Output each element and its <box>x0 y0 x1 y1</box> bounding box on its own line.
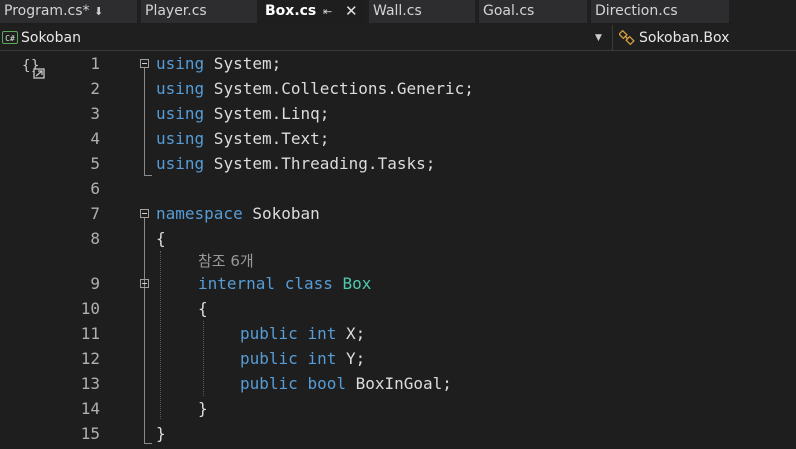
member-dropdown[interactable]: Sokoban.Box <box>612 25 796 51</box>
line-number: 14 <box>80 399 100 418</box>
code-line-4[interactable]: using System.Text; <box>156 126 329 151</box>
code-line-8[interactable]: { <box>156 226 166 251</box>
code-line-9[interactable]: internal class Box <box>198 271 371 296</box>
class-icon <box>619 30 635 46</box>
indent-guide <box>160 251 161 419</box>
code-line-7[interactable]: namespace Sokoban <box>156 201 320 226</box>
code-line-3[interactable]: using System.Linq; <box>156 101 329 126</box>
document-tab-strip: Program.cs* ⬇ Player.cs Box.cs ⇤ ✕ Wall.… <box>0 0 796 23</box>
collapse-icon[interactable] <box>140 279 149 288</box>
code-line-1[interactable]: using System; <box>156 51 281 76</box>
tab-label: Player.cs <box>145 3 207 19</box>
tab-direction-cs[interactable]: Direction.cs <box>591 0 729 23</box>
navigation-bar: C# Sokoban ▼ Sokoban.Box <box>0 25 796 51</box>
code-editor[interactable]: { } 1 2 3 4 5 6 7 8 9 10 11 12 13 14 15 … <box>0 51 796 449</box>
line-number: 4 <box>90 129 100 148</box>
line-number: 1 <box>90 54 100 73</box>
project-dropdown[interactable]: C# Sokoban ▼ <box>0 25 610 51</box>
code-line-12[interactable]: public int Y; <box>240 346 365 371</box>
pin-icon[interactable]: ⬇ <box>94 0 103 23</box>
tab-label: Program.cs* <box>4 3 90 19</box>
outline-guide <box>144 68 145 176</box>
line-number: 15 <box>80 424 100 443</box>
line-number: 7 <box>90 204 100 223</box>
code-line-13[interactable]: public bool BoxInGoal; <box>240 371 452 396</box>
line-number: 9 <box>90 274 100 293</box>
line-number: 2 <box>90 79 100 98</box>
tab-box-cs[interactable]: Box.cs ⇤ ✕ <box>261 0 365 23</box>
indent-guide <box>203 321 204 396</box>
tab-goal-cs[interactable]: Goal.cs <box>479 0 587 23</box>
tab-label: Direction.cs <box>595 3 678 19</box>
outline-guide <box>144 175 152 176</box>
member-dropdown-label: Sokoban.Box <box>639 30 730 46</box>
code-line-2[interactable]: using System.Collections.Generic; <box>156 76 474 101</box>
outline-guide <box>144 288 145 419</box>
code-line-11[interactable]: public int X; <box>240 321 365 346</box>
tab-label: Wall.cs <box>373 3 422 19</box>
scope-brackets-icon[interactable]: { } <box>22 57 46 79</box>
code-line-10[interactable]: { <box>198 296 208 321</box>
tab-player-cs[interactable]: Player.cs <box>141 0 257 23</box>
line-number: 12 <box>80 349 100 368</box>
tab-program-cs[interactable]: Program.cs* ⬇ <box>0 0 137 23</box>
outline-guide <box>144 443 152 444</box>
collapse-icon[interactable] <box>140 209 149 218</box>
line-number: 13 <box>80 374 100 393</box>
project-dropdown-label: Sokoban <box>21 30 81 46</box>
collapse-icon[interactable] <box>140 59 149 68</box>
tab-label: Goal.cs <box>483 3 535 19</box>
line-number: 8 <box>90 229 100 248</box>
tab-wall-cs[interactable]: Wall.cs <box>369 0 475 23</box>
line-number: 3 <box>90 104 100 123</box>
code-line-15[interactable]: } <box>156 421 166 446</box>
close-icon[interactable]: ✕ <box>345 0 358 23</box>
line-number: 5 <box>90 154 100 173</box>
line-number: 6 <box>90 179 100 198</box>
chevron-down-icon[interactable]: ▼ <box>595 25 602 51</box>
pin-icon[interactable]: ⇤ <box>323 0 332 23</box>
svg-text:{: { <box>22 58 30 74</box>
line-number: 11 <box>80 324 100 343</box>
code-line-5[interactable]: using System.Threading.Tasks; <box>156 151 435 176</box>
code-line-14[interactable]: } <box>198 396 208 421</box>
line-number: 10 <box>80 299 100 318</box>
csharp-file-icon: C# <box>2 31 18 44</box>
tab-label: Box.cs <box>265 3 317 19</box>
